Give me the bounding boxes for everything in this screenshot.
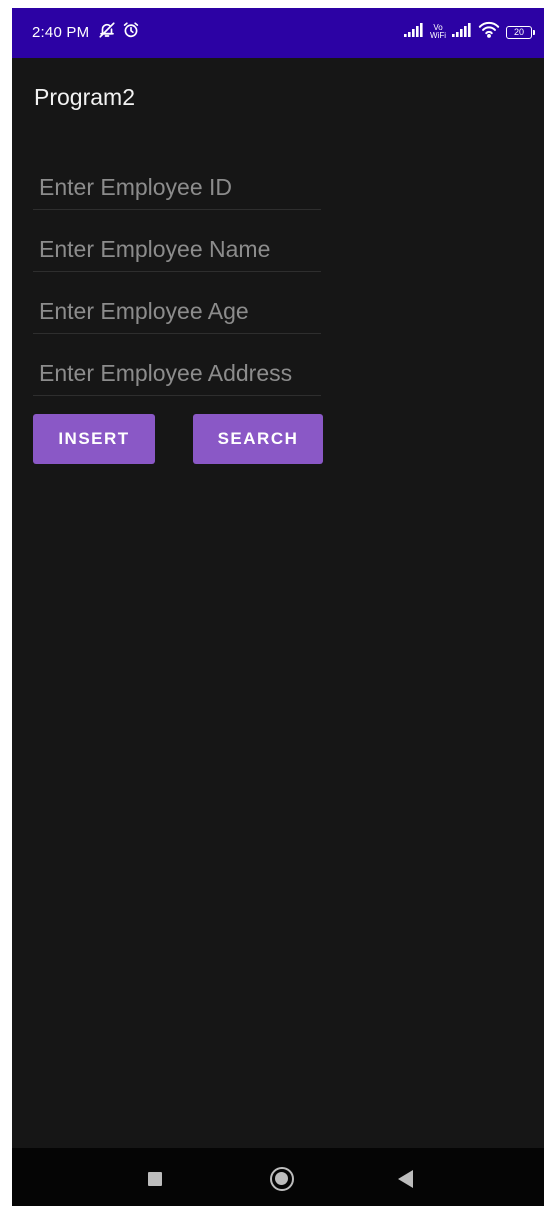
home-icon[interactable] [270,1167,294,1191]
status-time: 2:40 PM [32,24,90,41]
back-icon[interactable] [398,1170,413,1188]
employee-name-input[interactable] [33,227,327,271]
navigation-bar [12,1148,544,1206]
employee-address-input[interactable] [33,351,327,395]
vowifi-label-bottom: WiFi [430,31,446,40]
search-button[interactable]: SEARCH [193,414,323,464]
employee-id-input[interactable] [33,165,327,209]
recents-icon[interactable] [148,1172,162,1186]
employee-age-input[interactable] [33,289,327,333]
status-left-icons [98,21,140,43]
status-bar: 2:40 PM Vo WiFi 20 [12,8,544,58]
bell-off-icon [98,21,116,44]
app-title: Program2 [34,84,135,110]
vowifi-icon: Vo WiFi [430,24,446,40]
employee-id-field-container [33,165,327,210]
battery-icon: 20 [506,25,535,39]
phone-screen: 2:40 PM Vo WiFi 20 Program2 Enter Employ… [12,8,544,1206]
employee-age-field-container [33,289,327,334]
signal-icon [452,22,472,42]
wifi-icon [478,21,500,43]
signal-icon [404,22,424,42]
employee-name-field-container [33,227,327,272]
employee-address-field-container [33,351,327,396]
status-right-icons: Vo WiFi 20 [404,21,535,43]
insert-button[interactable]: INSERT [33,414,155,464]
alarm-icon [122,21,140,44]
battery-level: 20 [513,26,524,37]
